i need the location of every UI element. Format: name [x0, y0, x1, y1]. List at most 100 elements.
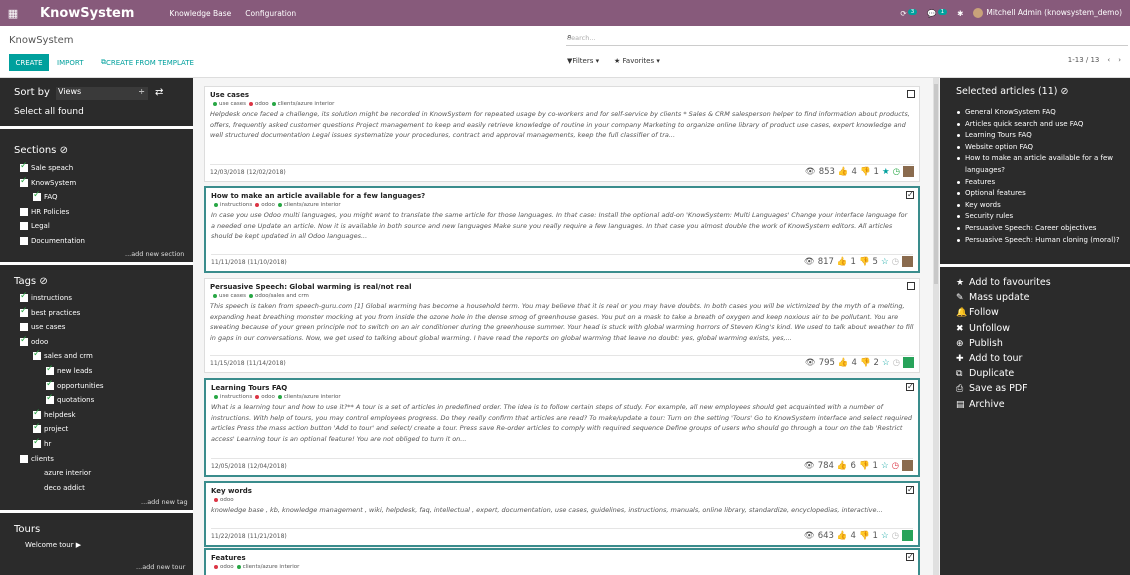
checkbox[interactable] [20, 454, 28, 463]
selected-article-item[interactable]: Website option FAQ [956, 142, 1128, 154]
checkbox[interactable] [33, 422, 41, 434]
action-add-to-favourites[interactable]: ★ Add to favourites [956, 275, 1051, 290]
action-add-to-tour[interactable]: ✚ Add to tour [956, 351, 1051, 366]
clear-icon[interactable]: ⊘ [60, 145, 68, 156]
like-icon[interactable]: 👍 [837, 531, 848, 541]
activity-status-icon[interactable]: ◷ [893, 167, 900, 177]
checkbox[interactable] [46, 393, 54, 405]
article-card[interactable]: Use cases use cases odoo clients/azure inte… [204, 86, 920, 182]
apps-menu-icon[interactable]: ▦ [0, 0, 26, 26]
select-all-link[interactable]: Select all found [14, 107, 84, 117]
favorite-star-icon[interactable]: ☆ [881, 257, 889, 267]
dislike-icon[interactable]: 👎 [860, 358, 871, 368]
tree-item-clients[interactable]: clients [20, 453, 54, 465]
tree-item-use-cases[interactable]: use cases [20, 321, 65, 333]
like-icon[interactable]: 👍 [838, 167, 849, 177]
create-from-template-button[interactable]: ⧉ CREATE FROM TEMPLATE [101, 54, 194, 71]
article-card[interactable]: Features odoo clients/azure interior ✓ [204, 548, 920, 575]
selected-article-item[interactable]: Articles quick search and use FAQ [956, 119, 1128, 131]
tree-item-helpdesk[interactable]: helpdesk [33, 408, 76, 421]
checkbox[interactable] [20, 207, 28, 216]
favorite-star-icon[interactable]: ☆ [882, 358, 890, 368]
tree-item-sale-speach[interactable]: Sale speach [20, 161, 73, 174]
selected-article-item[interactable]: Persuasive Speech: Human cloning (moral)… [956, 235, 1128, 247]
action-publish[interactable]: ⊕ Publish [956, 336, 1051, 351]
tree-item-new-leads[interactable]: new leads [46, 364, 92, 377]
checkbox[interactable] [33, 408, 41, 419]
checkbox[interactable] [20, 335, 28, 346]
article-card[interactable]: Learning Tours FAQ instructions odoo client… [204, 378, 920, 477]
article-title[interactable]: Key words [211, 486, 913, 496]
select-checkbox[interactable]: ✓ [906, 383, 914, 391]
favorite-star-icon[interactable]: ☆ [881, 531, 889, 541]
favorite-star-icon[interactable]: ★ [882, 167, 890, 177]
article-title[interactable]: How to make an article available for a f… [211, 191, 913, 201]
pager-previous-icon[interactable]: ‹ [1107, 56, 1110, 64]
sort-direction-icon[interactable]: ⇄ [155, 87, 163, 98]
select-checkbox[interactable]: ✓ [906, 191, 914, 199]
checkbox[interactable] [46, 364, 54, 375]
checkbox[interactable] [33, 349, 41, 361]
tree-item-legal[interactable]: Legal [20, 220, 50, 232]
filters-dropdown[interactable]: ▼Filters ▾ [567, 57, 599, 65]
tree-item-opportunities[interactable]: opportunities [46, 379, 104, 392]
chat-icon[interactable]: 💬 1 [927, 8, 948, 18]
tree-item-deco-addict[interactable]: deco addict [33, 482, 85, 494]
favorite-star-icon[interactable]: ☆ [881, 461, 889, 471]
create-button[interactable]: CREATE [9, 54, 49, 71]
selected-article-item[interactable]: Persuasive Speech: Career objectives [956, 223, 1128, 235]
checkbox[interactable] [20, 291, 28, 302]
selected-article-item[interactable]: Learning Tours FAQ [956, 130, 1128, 142]
add-section-link[interactable]: ...add new section [125, 250, 184, 258]
tree-item-quotations[interactable]: quotations [46, 393, 94, 406]
like-icon[interactable]: 👍 [838, 358, 849, 368]
select-checkbox[interactable]: ✓ [906, 486, 914, 494]
article-card[interactable]: How to make an article available for a f… [204, 186, 920, 273]
tree-item-odoo[interactable]: odoo [20, 335, 48, 348]
article-card[interactable]: Key words odoo ✓ knowledge base , kb, knowl… [204, 481, 920, 547]
action-unfollow[interactable]: ✖ Unfollow [956, 321, 1051, 336]
article-title[interactable]: Persuasive Speech: Global warming is rea… [210, 282, 914, 292]
tree-item-project[interactable]: project [33, 422, 68, 435]
select-checkbox[interactable] [907, 90, 915, 98]
add-tour-link[interactable]: ...add new tour [136, 563, 185, 571]
activity-status-icon[interactable]: ◷ [893, 358, 900, 368]
like-icon[interactable]: 👍 [837, 257, 848, 267]
scrollbar-thumb[interactable] [934, 84, 938, 284]
search-icon[interactable]: ⌕ [567, 32, 1128, 42]
add-tag-link[interactable]: ...add new tag [141, 498, 188, 506]
like-icon[interactable]: 👍 [837, 461, 848, 471]
selected-article-item[interactable]: Key words [956, 200, 1128, 212]
clear-icon[interactable]: ⊘ [39, 276, 47, 287]
action-duplicate[interactable]: ⧉ Duplicate [956, 366, 1051, 381]
checkbox[interactable] [20, 236, 28, 245]
checkbox[interactable] [20, 161, 28, 172]
dislike-icon[interactable]: 👎 [860, 167, 871, 177]
selected-article-item[interactable]: Features [956, 177, 1128, 189]
action-save-as-pdf[interactable]: ⎙ Save as PDF [956, 381, 1051, 396]
tour-item[interactable]: Welcome tour ▶ [25, 539, 81, 551]
menu-knowledge-base[interactable]: Knowledge Base [169, 9, 231, 18]
select-checkbox[interactable] [907, 282, 915, 290]
checkbox[interactable] [20, 323, 28, 332]
clear-selection-icon[interactable]: ⊘ [1061, 86, 1069, 97]
selected-article-item[interactable]: How to make an article available for a f… [956, 153, 1128, 176]
tree-item-sales-and-crm[interactable]: sales and crm [33, 349, 93, 362]
pager-value[interactable]: 1-13 / 13 [1068, 56, 1100, 64]
tree-item-faq[interactable]: FAQ [33, 190, 58, 203]
activity-status-icon[interactable]: ◷ [892, 531, 899, 541]
checkbox[interactable] [20, 222, 28, 230]
action-archive[interactable]: ▤ Archive [956, 397, 1051, 412]
activity-status-icon[interactable]: ◷ [892, 257, 899, 267]
article-title[interactable]: Learning Tours FAQ [211, 383, 913, 393]
sort-select[interactable]: Views ÷ [56, 87, 148, 100]
activity-icon[interactable]: ⟳ 3 [900, 8, 918, 18]
tree-item-hr-policies[interactable]: HR Policies [20, 206, 69, 218]
checkbox[interactable] [20, 306, 28, 317]
bug-icon[interactable]: ✱ [957, 9, 963, 18]
search-input[interactable]: Search... ⌕ [566, 32, 1128, 46]
import-button[interactable]: IMPORT [57, 54, 83, 71]
dislike-icon[interactable]: 👎 [859, 461, 870, 471]
tree-item-azure-interior[interactable]: azure interior [33, 467, 91, 479]
tree-item-best-practices[interactable]: best practices [20, 306, 80, 319]
